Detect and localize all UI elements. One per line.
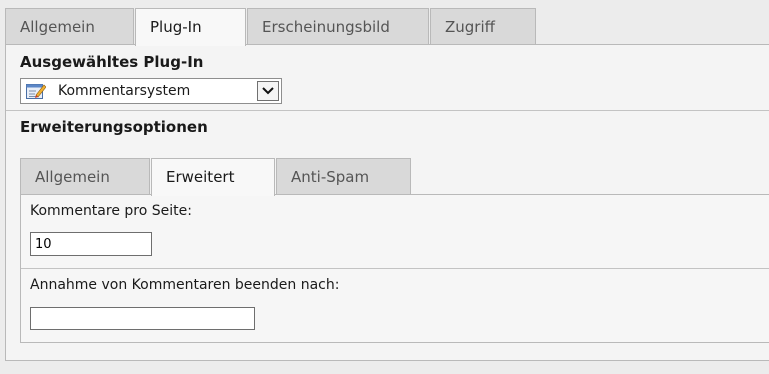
tab-zugriff[interactable]: Zugriff — [430, 8, 536, 45]
tab-plug-in[interactable]: Plug-In — [135, 8, 246, 46]
extension-options-heading: Erweiterungsoptionen — [20, 118, 208, 136]
subtab-allgemein[interactable]: Allgemein — [20, 158, 150, 195]
plugin-select[interactable]: Kommentarsystem — [20, 78, 282, 104]
selected-plugin-heading: Ausgewähltes Plug-In — [20, 53, 204, 71]
tab-allgemein[interactable]: Allgemein — [5, 8, 134, 45]
close-comments-after-label: Annahme von Kommentaren beenden nach: — [30, 277, 340, 293]
subtab-anti-spam[interactable]: Anti-Spam — [276, 158, 411, 195]
tab-erscheinungsbild[interactable]: Erscheinungsbild — [247, 8, 429, 45]
chevron-down-icon[interactable] — [257, 81, 279, 101]
field-divider — [21, 268, 769, 269]
close-comments-after-input[interactable] — [30, 307, 255, 330]
plugin-edit-icon — [26, 82, 47, 100]
subtab-erweitert[interactable]: Erweitert — [151, 158, 275, 196]
comments-per-page-input[interactable] — [30, 232, 152, 256]
comments-per-page-label: Kommentare pro Seite: — [30, 203, 192, 219]
section-divider — [6, 110, 769, 111]
plugin-select-value: Kommentarsystem — [58, 83, 191, 99]
